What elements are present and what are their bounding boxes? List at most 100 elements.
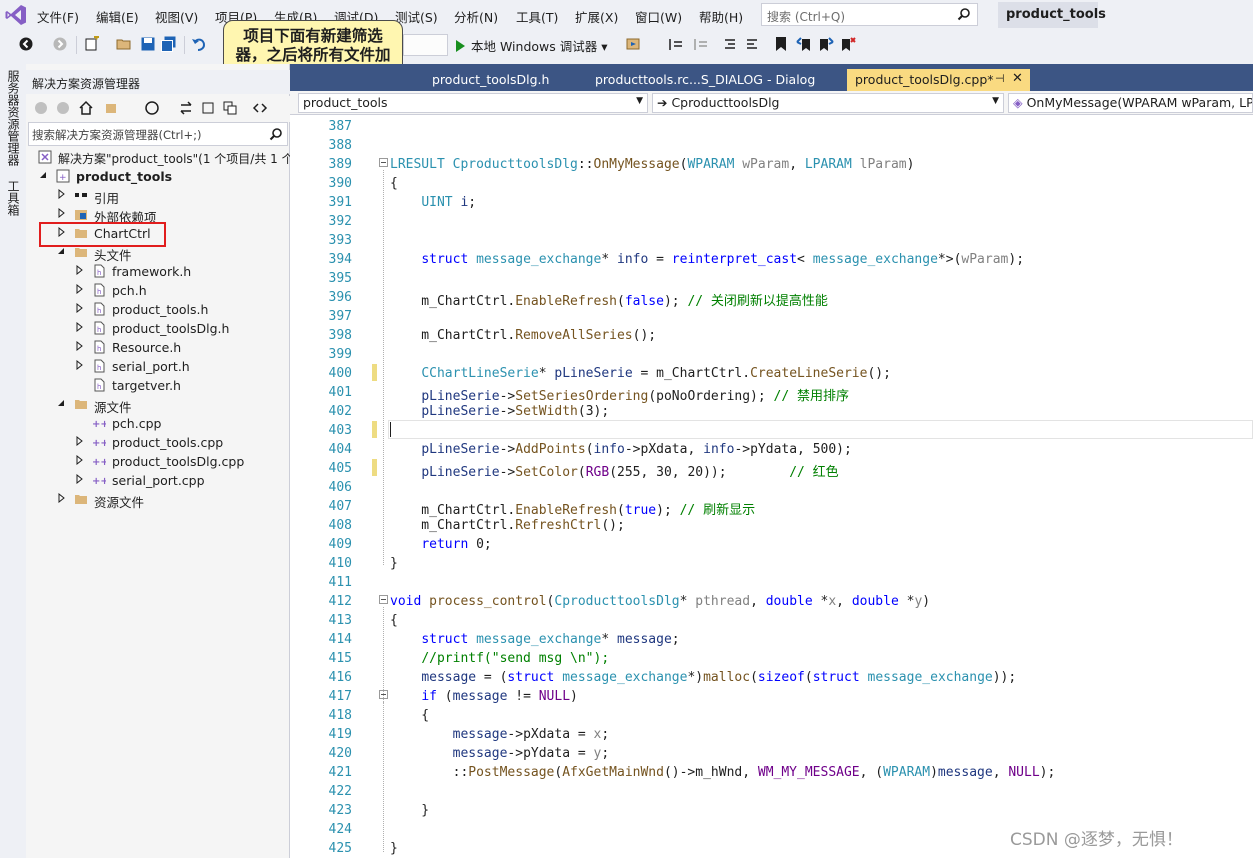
collapsed-icon xyxy=(58,189,65,199)
collapse-all-icon[interactable] xyxy=(222,100,238,116)
collapsed-icon xyxy=(76,303,83,313)
play-icon xyxy=(456,40,465,52)
chevron-down-icon: ▼ xyxy=(992,96,999,106)
menu-view[interactable]: 视图(V) xyxy=(155,7,198,26)
line-number: 424 xyxy=(328,822,352,837)
change-marker xyxy=(372,421,377,438)
server-explorer-tab[interactable]: 服务器资源管理器 xyxy=(5,70,22,166)
toolbar-separator xyxy=(184,36,185,54)
code-line-402: pLineSerie->SetWidth(3); xyxy=(421,404,610,419)
pending-changes-icon[interactable] xyxy=(144,100,160,116)
step-over-icon[interactable] xyxy=(693,36,709,52)
svg-text:+: + xyxy=(59,173,67,183)
solution-platform-select[interactable] xyxy=(403,34,448,56)
step-icon[interactable] xyxy=(668,36,684,52)
header-file-icon: h xyxy=(94,302,105,316)
menu-file[interactable]: 文件(F) xyxy=(37,7,79,26)
fold-toggle-icon[interactable] xyxy=(379,595,388,604)
line-number: 420 xyxy=(328,746,352,761)
menu-help[interactable]: 帮助(H) xyxy=(699,7,743,26)
open-folder-icon[interactable] xyxy=(116,36,132,52)
project-dropdown[interactable]: product_tools ▼ xyxy=(298,93,648,113)
text-cursor xyxy=(390,422,391,437)
toolbox-tab[interactable]: 工具箱 xyxy=(5,180,22,216)
save-all-icon[interactable] xyxy=(161,36,177,52)
collapsed-icon xyxy=(76,284,83,294)
search-icon xyxy=(269,128,282,141)
tab-product-toolsdlg-cpp[interactable]: product_toolsDlg.cpp* ⊣ ✕ xyxy=(847,69,1030,91)
pin-icon[interactable]: ⊣ xyxy=(995,72,1005,85)
chartctrl-highlight-box xyxy=(39,222,166,247)
forward-icon[interactable] xyxy=(56,101,70,115)
line-number: 425 xyxy=(328,841,352,856)
source-file-label: product_toolsDlg.cpp xyxy=(112,454,245,469)
tab-product-toolsdlg-h[interactable]: product_toolsDlg.h xyxy=(424,69,557,91)
svg-text:++: ++ xyxy=(92,476,106,487)
back-icon[interactable] xyxy=(34,101,48,115)
new-project-icon[interactable] xyxy=(84,36,100,52)
forward-icon[interactable] xyxy=(52,36,68,52)
line-number: 419 xyxy=(328,727,352,742)
menu-bar: 文件(F) 编辑(E) 视图(V) 项目(P) 生成(B) 调试(D) 测试(S… xyxy=(0,0,1253,30)
uncomment-lines-icon[interactable] xyxy=(745,36,761,52)
start-debugging-label: 本地 Windows 调试器 xyxy=(471,39,598,54)
menu-test[interactable]: 测试(S) xyxy=(395,7,438,26)
menu-analyze[interactable]: 分析(N) xyxy=(454,7,498,26)
line-number: 399 xyxy=(328,347,352,362)
line-number: 401 xyxy=(328,385,352,400)
solution-explorer-search-input[interactable]: 搜索解决方案资源管理器(Ctrl+;) xyxy=(28,122,288,146)
header-file-icon: h xyxy=(94,359,105,373)
close-icon[interactable]: ✕ xyxy=(1012,71,1023,86)
code-line-389: LRESULT CproducttoolsDlg::OnMyMessage(WP… xyxy=(390,157,915,172)
code-line-409: return 0; xyxy=(421,537,492,552)
menu-edit[interactable]: 编辑(E) xyxy=(96,7,139,26)
standard-toolbar: 本地 Windows 调试器 ▾ xyxy=(0,30,1253,60)
line-number: 421 xyxy=(328,765,352,780)
home-icon[interactable] xyxy=(78,100,94,116)
line-number: 413 xyxy=(328,613,352,628)
menu-extensions[interactable]: 扩展(X) xyxy=(575,7,618,26)
code-line-413: { xyxy=(390,613,398,628)
undo-icon[interactable] xyxy=(191,36,207,52)
refresh-icon[interactable] xyxy=(200,100,216,116)
line-number: 402 xyxy=(328,404,352,419)
class-dropdown[interactable]: ➔ CproducttoolsDlg ▼ xyxy=(652,93,1004,113)
code-line-412: void process_control(CproducttoolsDlg* p… xyxy=(390,594,931,609)
fold-toggle-icon[interactable] xyxy=(379,158,388,167)
visual-studio-logo-icon[interactable] xyxy=(4,3,28,27)
menu-window[interactable]: 窗口(W) xyxy=(635,7,682,26)
code-editor[interactable]: 387 388 389 390 391 392 393 394 395 396 397 398 399 4… xyxy=(290,115,1253,858)
start-debugging-button[interactable]: 本地 Windows 调试器 ▾ xyxy=(456,36,608,55)
menu-tools[interactable]: 工具(T) xyxy=(516,7,558,26)
line-number: 392 xyxy=(328,214,352,229)
next-bookmark-icon[interactable] xyxy=(818,36,834,52)
previous-bookmark-icon[interactable] xyxy=(796,36,812,52)
line-number: 388 xyxy=(328,138,352,153)
bookmark-icon[interactable] xyxy=(773,36,789,52)
save-icon[interactable] xyxy=(140,36,156,52)
line-number: 393 xyxy=(328,233,352,248)
clear-bookmarks-icon[interactable] xyxy=(840,36,856,52)
tab-rc-dialog[interactable]: producttools.rc...S_DIALOG - Dialog xyxy=(587,69,823,91)
cpp-file-icon: ++ xyxy=(92,457,106,468)
filter-folder-open-icon xyxy=(75,248,87,257)
code-line-405: pLineSerie->SetColor(RGB(255, 30, 20)); … xyxy=(421,465,839,480)
document-tab-strip: product_toolsDlg.h producttools.rc...S_D… xyxy=(290,64,1253,91)
comment-lines-icon[interactable] xyxy=(721,36,737,52)
line-number: 390 xyxy=(328,176,352,191)
browser-link-icon[interactable] xyxy=(625,36,641,52)
member-dropdown[interactable]: ◈ OnMyMessage(WPARAM wParam, LPARAM lPar… xyxy=(1008,93,1253,113)
header-file-icon: h xyxy=(94,340,105,354)
cpp-file-icon: ++ xyxy=(92,438,106,449)
code-line-401: pLineSerie->SetSeriesOrdering(poNoOrderi… xyxy=(421,389,850,404)
quick-search-input[interactable]: 搜索 (Ctrl+Q) xyxy=(761,3,978,26)
switch-views-icon[interactable] xyxy=(104,100,120,116)
header-file-label: framework.h xyxy=(112,264,192,279)
source-files-label: 源文件 xyxy=(94,400,132,415)
sync-icon[interactable] xyxy=(178,100,194,116)
solution-explorer-title: 解决方案资源管理器 xyxy=(26,70,290,94)
cpp-project-icon: + xyxy=(56,169,70,183)
editor-navigation-bar: product_tools ▼ ➔ CproducttoolsDlg ▼ ◈ O… xyxy=(290,91,1253,115)
show-all-files-icon[interactable] xyxy=(252,100,268,116)
back-icon[interactable] xyxy=(18,36,34,52)
